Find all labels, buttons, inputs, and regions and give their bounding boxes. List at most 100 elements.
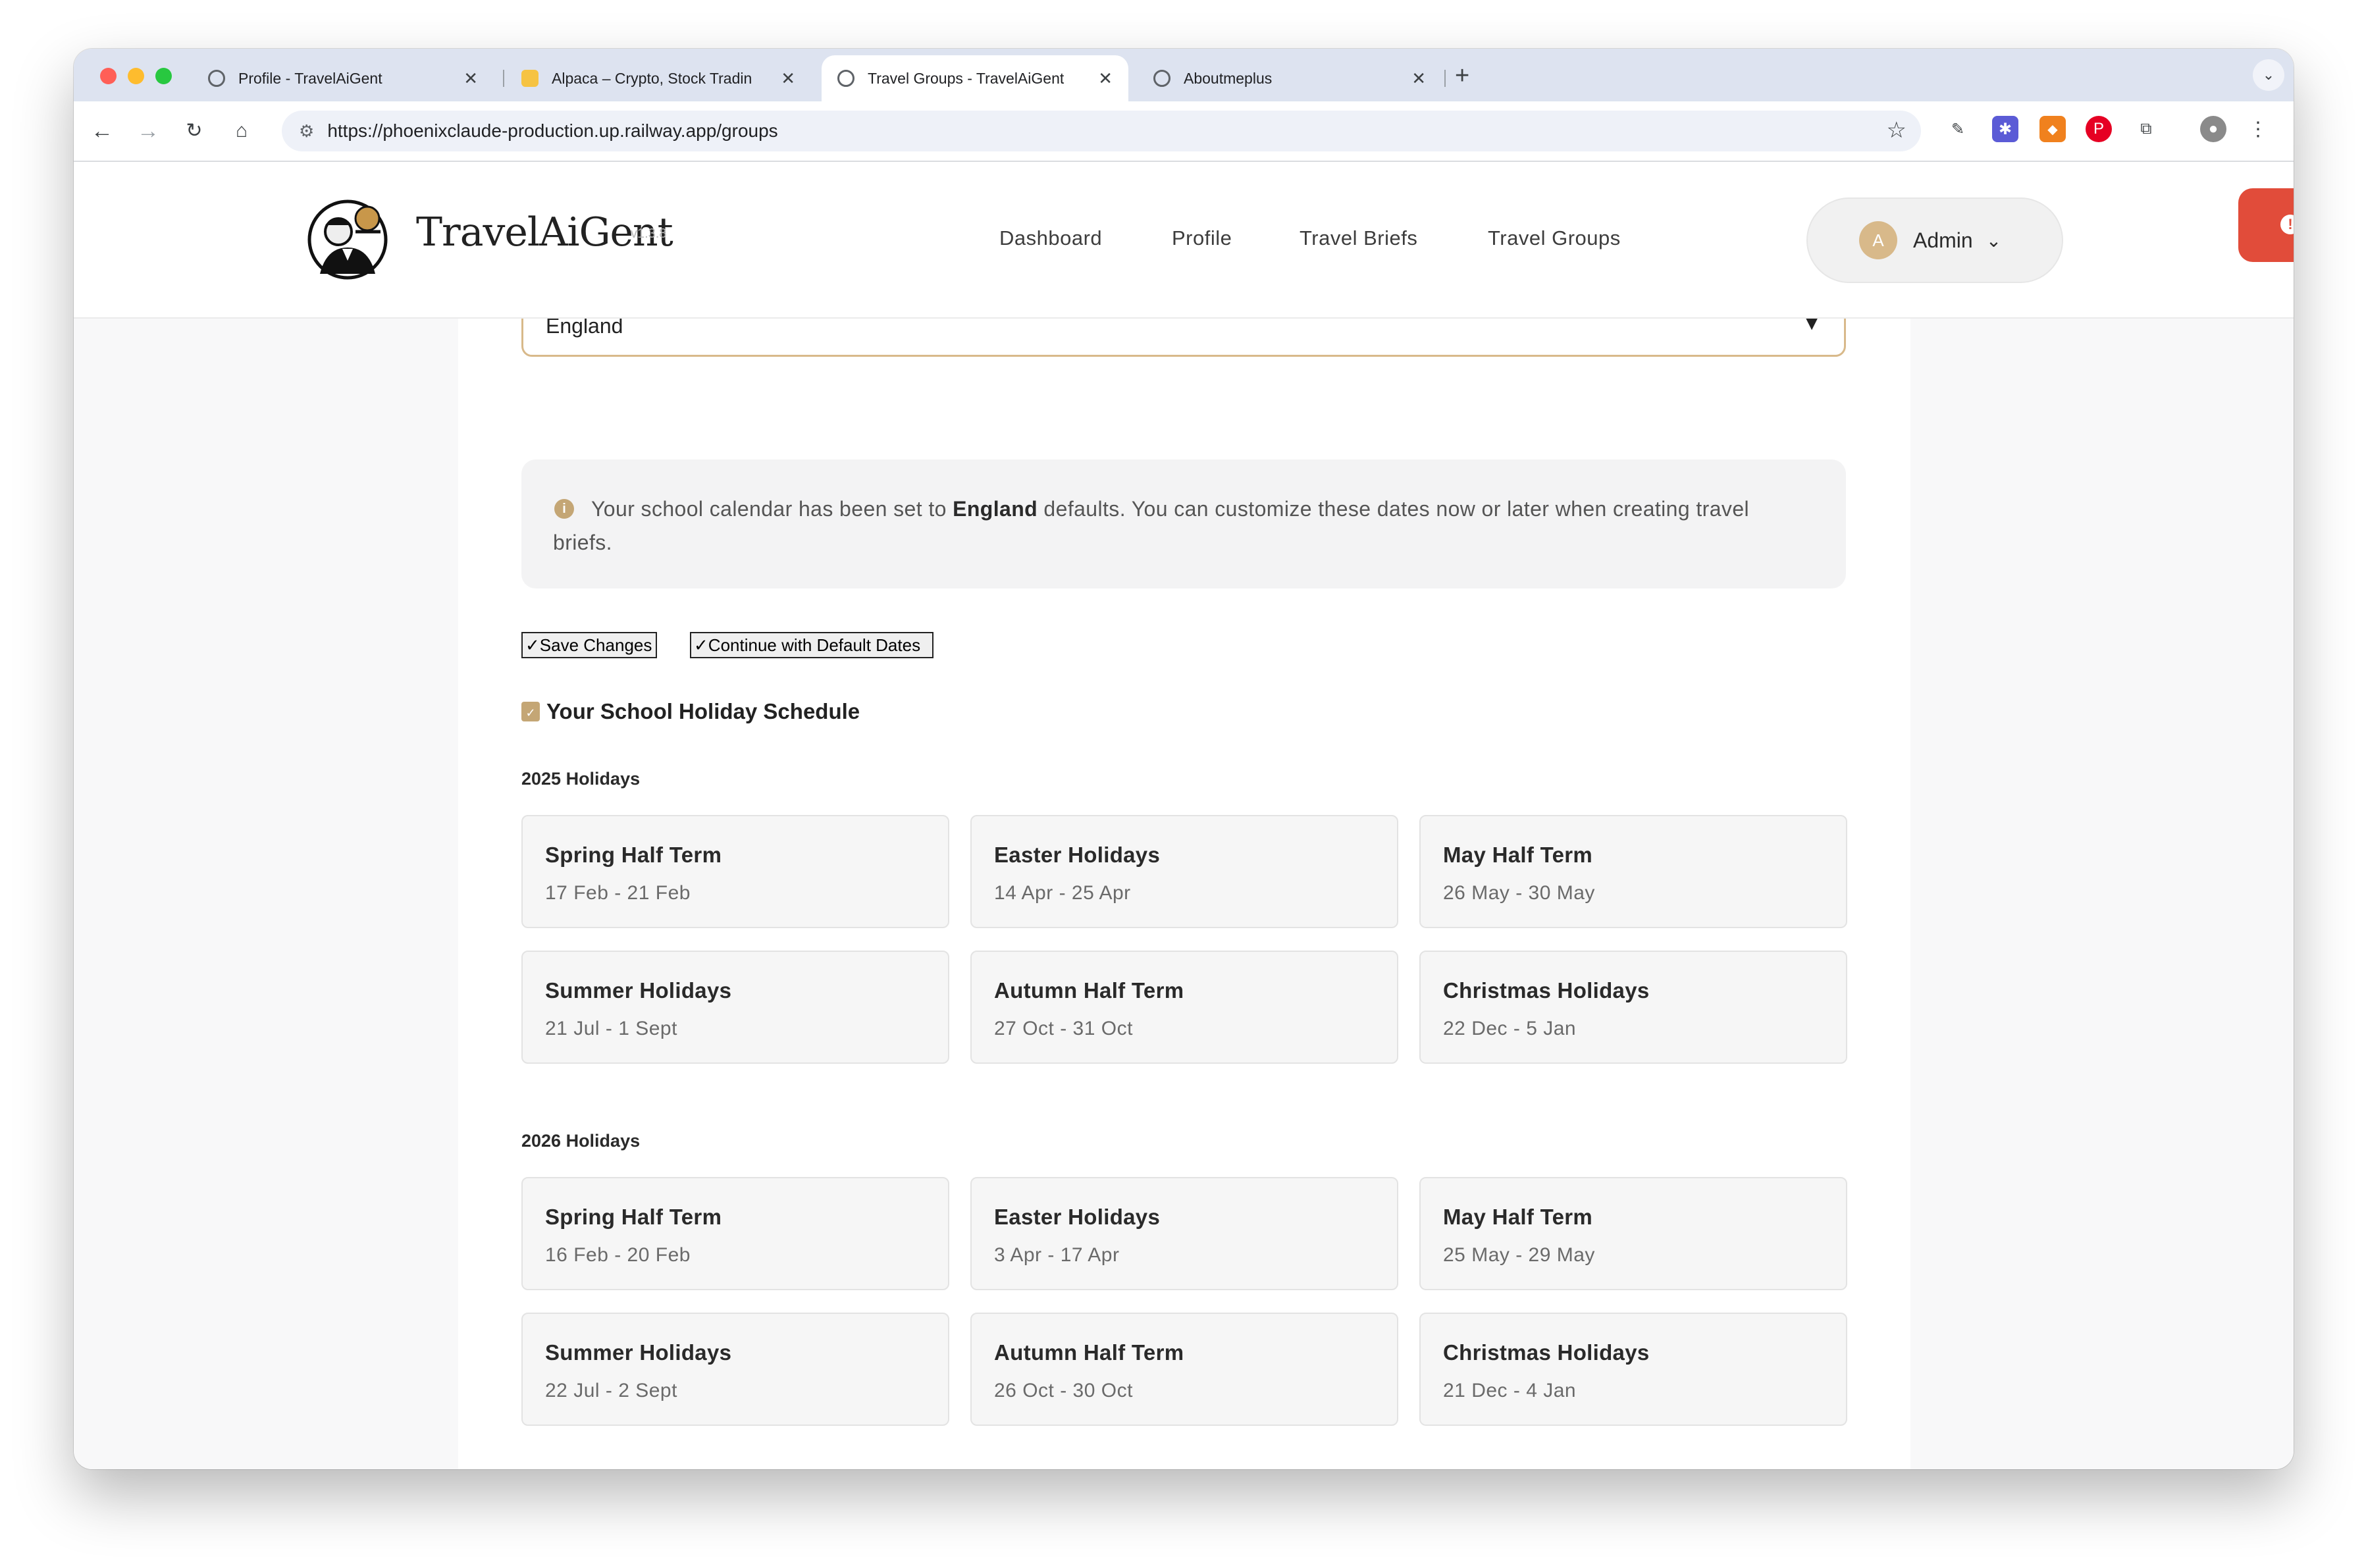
holiday-dates: 16 Feb - 20 Feb <box>545 1244 691 1266</box>
alert-tab[interactable]: ! <box>2238 188 2294 262</box>
holiday-dates: 22 Jul - 2 Sept <box>545 1380 677 1401</box>
zoom-window-button[interactable] <box>155 68 172 84</box>
holiday-dates: 21 Dec - 4 Jan <box>1443 1380 1577 1401</box>
holiday-card: Summer Holidays 21 Jul - 1 Sept <box>521 951 949 1064</box>
holiday-name: May Half Term <box>1443 1205 1593 1229</box>
holiday-name: Spring Half Term <box>545 843 722 867</box>
check-icon: ✓ <box>525 635 540 655</box>
holiday-card: Christmas Holidays 22 Dec - 5 Jan <box>1419 951 1847 1064</box>
holiday-card: Easter Holidays 3 Apr - 17 Apr <box>970 1177 1398 1290</box>
back-arrow-icon[interactable]: ← <box>87 116 117 146</box>
close-window-button[interactable] <box>100 68 117 84</box>
holiday-card: Autumn Half Term 26 Oct - 30 Oct <box>970 1313 1398 1426</box>
save-changes-label: Save Changes <box>539 635 652 655</box>
browser-tab[interactable]: Profile - TravelAiGent ✕ <box>192 55 494 101</box>
holiday-card: Christmas Holidays 21 Dec - 4 Jan <box>1419 1313 1847 1426</box>
holiday-card: Spring Half Term 16 Feb - 20 Feb <box>521 1177 949 1290</box>
year-label: 2025 Holidays <box>521 769 641 789</box>
holiday-dates: 25 May - 29 May <box>1443 1244 1595 1266</box>
browser-tab[interactable]: Aboutmeplus ✕ <box>1138 55 1442 101</box>
tab-title: Alpaca – Crypto, Stock Tradin <box>552 69 752 87</box>
year-label: 2026 Holidays <box>521 1131 641 1151</box>
holiday-card: Summer Holidays 22 Jul - 2 Sept <box>521 1313 949 1426</box>
info-text: Your school calendar has been set to Eng… <box>553 492 1791 560</box>
metamask-icon[interactable]: ◆ <box>2039 116 2066 142</box>
holiday-card: Autumn Half Term 27 Oct - 31 Oct <box>970 951 1398 1064</box>
save-changes-button[interactable]: ✓ Save Changes <box>521 632 657 658</box>
holiday-name: Summer Holidays <box>545 978 732 1003</box>
close-tab-icon[interactable]: ✕ <box>463 68 478 89</box>
nav-profile[interactable]: Profile <box>1172 226 1232 250</box>
calendar-icon: ✓ <box>521 702 540 721</box>
info-text-pre: Your school calendar has been set to <box>591 497 953 521</box>
holiday-dates: 3 Apr - 17 Apr <box>994 1244 1120 1266</box>
holiday-dates: 27 Oct - 31 Oct <box>994 1018 1133 1039</box>
more-menu-icon[interactable]: ⋮ <box>2245 116 2271 142</box>
tab-divider <box>503 70 504 87</box>
user-name: Admin <box>1913 228 1973 252</box>
minimize-window-button[interactable] <box>128 68 144 84</box>
pinterest-icon[interactable]: P <box>2086 116 2112 142</box>
holiday-name: Easter Holidays <box>994 1205 1161 1229</box>
globe-icon <box>208 70 225 87</box>
holiday-dates: 14 Apr - 25 Apr <box>994 882 1131 904</box>
browser-tab-active[interactable]: Travel Groups - TravelAiGent ✕ <box>822 55 1128 101</box>
new-tab-icon[interactable]: + <box>1455 62 1469 90</box>
content-card: England ▼ i Your school calendar has bee… <box>458 162 1910 1469</box>
site-header: TravelAiGent v1.3.8 Dashboard Profile Tr… <box>74 162 2294 319</box>
extension-icon[interactable]: ✱ <box>1992 116 2018 142</box>
tab-title: Profile - TravelAiGent <box>238 69 382 87</box>
nav-dashboard[interactable]: Dashboard <box>999 226 1102 250</box>
holiday-dates: 22 Dec - 5 Jan <box>1443 1018 1577 1039</box>
chevron-down-icon: ⌄ <box>1985 230 2002 251</box>
holiday-dates: 26 May - 30 May <box>1443 882 1595 904</box>
address-bar[interactable]: ⚙ https://phoenixclaude-production.up.ra… <box>282 111 1921 151</box>
schedule-heading: ✓ Your School Holiday Schedule <box>521 699 860 724</box>
check-icon: ✓ <box>694 635 708 655</box>
pen-extension-icon[interactable]: ✎ <box>1945 116 1971 142</box>
holiday-name: Spring Half Term <box>545 1205 722 1229</box>
globe-icon <box>1153 70 1170 87</box>
holiday-name: Summer Holidays <box>545 1340 732 1365</box>
holiday-dates: 17 Feb - 21 Feb <box>545 882 691 904</box>
holiday-card: Spring Half Term 17 Feb - 21 Feb <box>521 815 949 928</box>
browser-tab[interactable]: Alpaca – Crypto, Stock Tradin ✕ <box>506 55 811 101</box>
forward-arrow-icon[interactable]: → <box>133 116 163 146</box>
alpaca-icon <box>521 70 539 87</box>
holiday-name: May Half Term <box>1443 843 1593 867</box>
holiday-name: Autumn Half Term <box>994 978 1184 1003</box>
puzzle-extensions-icon[interactable]: ⧉ <box>2133 116 2159 142</box>
app-version: v1.3.8 <box>631 226 667 241</box>
holiday-card: May Half Term 26 May - 30 May <box>1419 815 1847 928</box>
close-tab-icon[interactable]: ✕ <box>781 68 795 89</box>
user-menu-button[interactable]: A Admin ⌄ <box>1806 197 2063 283</box>
nav-travel-briefs[interactable]: Travel Briefs <box>1300 226 1417 250</box>
close-tab-icon[interactable]: ✕ <box>1411 68 1426 89</box>
reload-icon[interactable]: ↻ <box>179 116 209 146</box>
site-settings-icon[interactable]: ⚙ <box>299 121 314 142</box>
holiday-name: Easter Holidays <box>994 843 1161 867</box>
holiday-dates: 21 Jul - 1 Sept <box>545 1018 677 1039</box>
close-tab-icon[interactable]: ✕ <box>1098 68 1113 89</box>
tab-search-chevron-icon[interactable]: ⌄ <box>2253 59 2284 91</box>
tab-title: Aboutmeplus <box>1184 69 1273 87</box>
home-icon[interactable]: ⌂ <box>226 116 257 146</box>
holiday-card: May Half Term 25 May - 29 May <box>1419 1177 1847 1290</box>
browser-window: Profile - TravelAiGent ✕ Alpaca – Crypto… <box>74 49 2294 1469</box>
browser-toolbar: ← → ↻ ⌂ ⚙ https://phoenixclaude-producti… <box>74 101 2294 162</box>
avatar: A <box>1859 221 1897 259</box>
holiday-name: Christmas Holidays <box>1443 1340 1650 1365</box>
nav-travel-groups[interactable]: Travel Groups <box>1488 226 1621 250</box>
holiday-name: Christmas Holidays <box>1443 978 1650 1003</box>
continue-default-dates-button[interactable]: ✓ Continue with Default Dates <box>690 632 933 658</box>
info-notice: i Your school calendar has been set to E… <box>521 459 1846 588</box>
tab-title: Travel Groups - TravelAiGent <box>868 69 1065 87</box>
butler-logo-icon[interactable] <box>307 195 388 283</box>
alert-icon: ! <box>2280 215 2294 234</box>
url-text[interactable]: https://phoenixclaude-production.up.rail… <box>327 120 777 142</box>
profile-avatar-icon[interactable]: ● <box>2200 116 2226 142</box>
globe-icon <box>837 70 854 87</box>
bookmark-star-icon[interactable]: ☆ <box>1887 117 1906 144</box>
holiday-card: Easter Holidays 14 Apr - 25 Apr <box>970 815 1398 928</box>
holiday-dates: 26 Oct - 30 Oct <box>994 1380 1133 1401</box>
